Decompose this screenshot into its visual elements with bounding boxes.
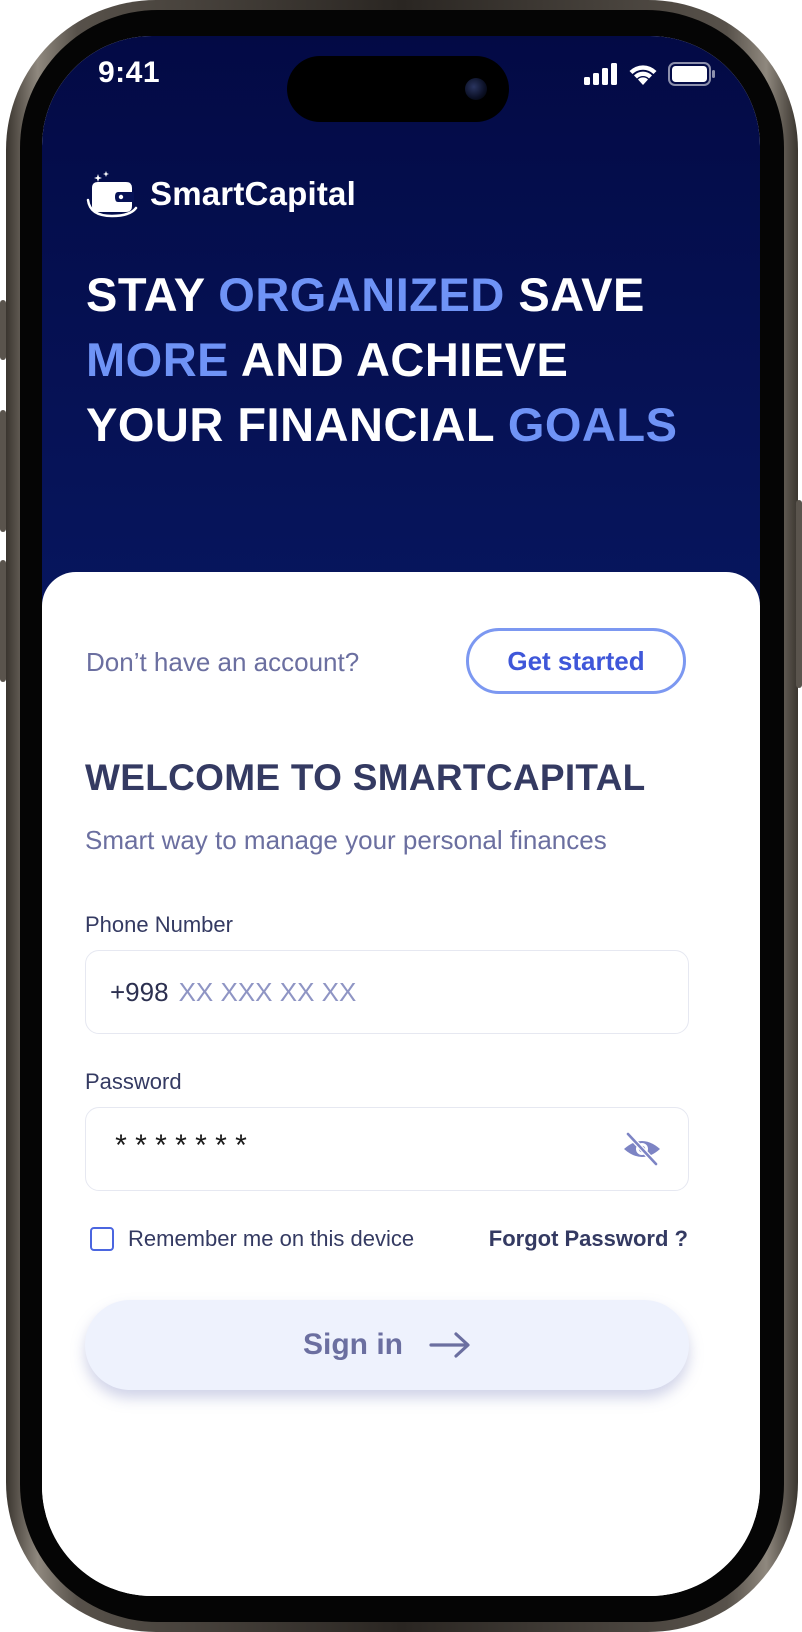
- headline-accent: GOALS: [507, 398, 678, 451]
- headline-text: STAY: [86, 268, 219, 321]
- sign-in-label: Sign in: [303, 1328, 403, 1361]
- eye-slash-icon[interactable]: [620, 1129, 664, 1169]
- headline-line2: MORE AND ACHIEVE: [86, 333, 568, 386]
- phone-input[interactable]: [176, 975, 664, 1009]
- headline-text: AND ACHIEVE: [229, 333, 569, 386]
- wifi-icon: [629, 65, 657, 85]
- remember-me[interactable]: Remember me on this device: [90, 1226, 414, 1252]
- app-screen: 9:41 SmartCapital STAY ORGANIZED SAVE MO…: [42, 36, 760, 1596]
- no-account-prompt: Don’t have an account?: [86, 647, 360, 677]
- headline-text: YOUR FINANCIAL: [86, 398, 508, 451]
- device-volume-up-button: [0, 410, 6, 532]
- camera-icon: [465, 78, 487, 100]
- sign-in-button[interactable]: Sign in: [85, 1300, 689, 1390]
- get-started-button[interactable]: Get started: [466, 628, 686, 694]
- phone-prefix: +998: [110, 976, 169, 1007]
- brand-name: SmartCapital: [150, 175, 356, 212]
- headline-accent: MORE: [86, 333, 229, 386]
- device-action-button: [0, 300, 6, 360]
- headline-accent: ORGANIZED: [218, 268, 505, 321]
- status-time: 9:41: [98, 56, 161, 89]
- password-field[interactable]: [85, 1107, 689, 1191]
- welcome-subtitle: Smart way to manage your personal financ…: [85, 825, 607, 855]
- device-volume-down-button: [0, 560, 6, 682]
- headline-text: SAVE: [504, 268, 645, 321]
- login-card: Don’t have an account? Get started WELCO…: [42, 572, 760, 1596]
- password-input[interactable]: [110, 1131, 620, 1167]
- phone-label: Phone Number: [85, 912, 233, 937]
- brand: SmartCapital: [86, 170, 356, 218]
- battery-icon: [668, 62, 715, 86]
- device-power-button: [796, 500, 802, 688]
- headline-line1: STAY ORGANIZED SAVE: [86, 268, 645, 321]
- wallet-logo-icon: [86, 171, 138, 218]
- password-label: Password: [85, 1069, 182, 1094]
- headline: STAY ORGANIZED SAVE MORE AND ACHIEVE YOU…: [86, 262, 726, 457]
- dynamic-island: [287, 56, 509, 122]
- remember-label: Remember me on this device: [128, 1226, 415, 1251]
- welcome-title: WELCOME TO SMARTCAPITAL: [85, 757, 646, 798]
- headline-line3: YOUR FINANCIAL GOALS: [86, 398, 677, 451]
- forgot-password-link[interactable]: Forgot Password ?: [489, 1226, 688, 1252]
- status-icons: [584, 62, 716, 86]
- cellular-signal-icon: [584, 63, 617, 85]
- remember-checkbox[interactable]: [90, 1227, 114, 1251]
- phone-field[interactable]: +998: [85, 950, 689, 1034]
- arrow-right-icon: [429, 1332, 470, 1358]
